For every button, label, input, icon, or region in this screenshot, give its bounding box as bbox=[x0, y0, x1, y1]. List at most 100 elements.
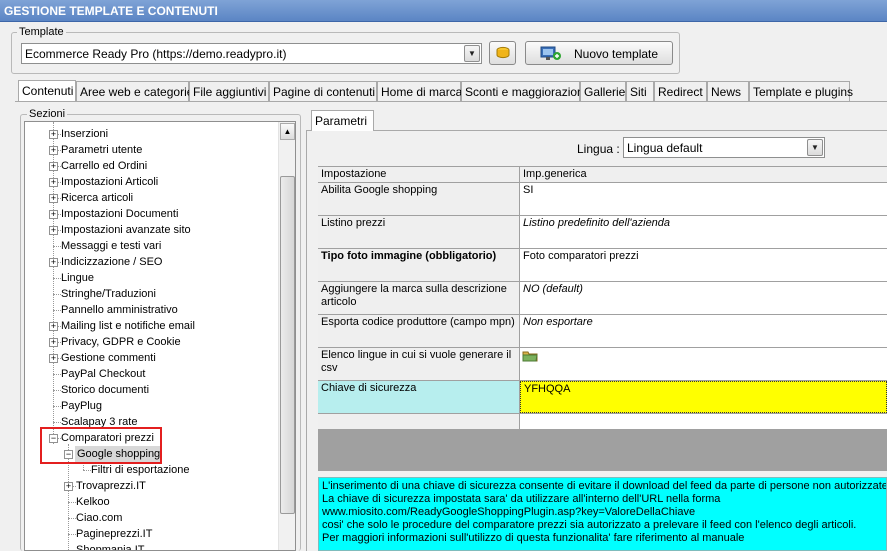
tab-label: Aree web e categorie bbox=[80, 85, 194, 99]
template-label: Template bbox=[17, 26, 66, 38]
tab-label: Redirect bbox=[658, 85, 703, 99]
grid-header-key: Impostazione bbox=[318, 167, 519, 182]
template-select[interactable]: Ecommerce Ready Pro (https://demo.readyp… bbox=[21, 43, 482, 64]
expand-icon[interactable]: + bbox=[49, 146, 58, 155]
tree-scrollbar[interactable]: ▲ bbox=[278, 122, 295, 550]
tree-item-pannello[interactable]: Pannello amministrativo bbox=[61, 302, 178, 318]
expand-icon[interactable]: + bbox=[49, 226, 58, 235]
chevron-down-icon[interactable]: ▼ bbox=[807, 139, 823, 156]
expand-icon[interactable]: + bbox=[49, 338, 58, 347]
database-icon bbox=[496, 46, 510, 59]
tab-label: News bbox=[711, 85, 742, 99]
tree-item-stringhe[interactable]: Stringhe/Traduzioni bbox=[61, 286, 156, 302]
row-key[interactable]: Listino prezzi bbox=[318, 216, 519, 248]
chevron-down-icon[interactable]: ▼ bbox=[464, 45, 480, 62]
expand-icon[interactable]: + bbox=[49, 130, 58, 139]
expand-icon[interactable]: + bbox=[49, 162, 58, 171]
row-key[interactable]: Esporta codice produttore (campo mpn) bbox=[318, 315, 519, 347]
expand-icon[interactable]: + bbox=[49, 322, 58, 331]
tree-item-paypal[interactable]: PayPal Checkout bbox=[61, 366, 145, 382]
tree-item-privacy[interactable]: Privacy, GDPR e Cookie bbox=[61, 334, 181, 350]
row-key[interactable]: Tipo foto immagine (obbligatorio) bbox=[318, 249, 519, 281]
row-value[interactable]: Foto comparatori prezzi bbox=[520, 249, 887, 281]
row-value[interactable]: Non esportare bbox=[520, 315, 887, 347]
tree-item-seo[interactable]: Indicizzazione / SEO bbox=[61, 254, 163, 270]
row-value[interactable] bbox=[520, 414, 887, 429]
row-key[interactable]: Aggiungere la marca sulla descrizione ar… bbox=[318, 282, 519, 314]
params-panel-border bbox=[306, 130, 887, 131]
expand-icon[interactable]: + bbox=[49, 194, 58, 203]
tab-label: File aggiuntivi bbox=[193, 85, 267, 99]
tree-item-parametri-utente[interactable]: Parametri utente bbox=[61, 142, 142, 158]
info-line: La chiave di sicurezza impostata sara' d… bbox=[322, 493, 721, 505]
security-key-input[interactable]: YFHQQA bbox=[520, 381, 887, 413]
template-settings-button[interactable] bbox=[489, 41, 516, 65]
highlight-annotation bbox=[40, 427, 162, 464]
folder-icon[interactable] bbox=[522, 349, 538, 362]
tree-item-inserzioni[interactable]: Inserzioni bbox=[61, 126, 108, 142]
tree-item-lingue[interactable]: Lingue bbox=[61, 270, 94, 286]
row-value-languages[interactable] bbox=[520, 348, 887, 380]
params-grid: Impostazione Imp.generica Abilita Google… bbox=[318, 166, 887, 471]
tab-redirect[interactable]: Redirect bbox=[654, 81, 707, 101]
info-line: Per maggiori informazioni sull'utilizzo … bbox=[322, 532, 745, 544]
tab-aree-web[interactable]: Aree web e categorie bbox=[76, 81, 193, 101]
row-key[interactable]: Abilita Google shopping bbox=[318, 183, 519, 215]
tree-item-impostazioni-avanzate[interactable]: Impostazioni avanzate sito bbox=[61, 222, 191, 238]
tree-item-commenti[interactable]: Gestione commenti bbox=[61, 350, 156, 366]
tab-template-plugins[interactable]: Template e plugins bbox=[749, 81, 853, 101]
new-template-button[interactable]: Nuovo template bbox=[525, 41, 673, 65]
tab-label: Gallerie bbox=[584, 85, 626, 99]
new-template-label: Nuovo template bbox=[574, 47, 659, 61]
expand-icon[interactable]: + bbox=[64, 482, 73, 491]
tab-home-marca[interactable]: Home di marca bbox=[377, 81, 463, 101]
info-line: www.miosito.com/ReadyGoogleShoppingPlugi… bbox=[322, 506, 696, 518]
tree-item-kelkoo[interactable]: Kelkoo bbox=[76, 494, 110, 510]
tree-item-messaggi[interactable]: Messaggi e testi vari bbox=[61, 238, 161, 254]
tab-label: Home di marca bbox=[381, 85, 463, 99]
lingua-select[interactable]: Lingua default ▼ bbox=[623, 137, 825, 158]
expand-icon[interactable]: + bbox=[49, 178, 58, 187]
params-panel-left-border bbox=[306, 130, 307, 551]
tree-item-mailing[interactable]: Mailing list e notifiche email bbox=[61, 318, 195, 334]
tab-siti[interactable]: Siti bbox=[626, 81, 654, 101]
row-value[interactable]: Listino predefinito dell'azienda bbox=[520, 216, 887, 248]
scroll-thumb[interactable] bbox=[280, 176, 295, 514]
tree-item-ciao[interactable]: Ciao.com bbox=[76, 510, 122, 526]
tab-parametri[interactable]: Parametri bbox=[311, 110, 374, 131]
add-screen-icon bbox=[540, 46, 561, 60]
scroll-up-icon[interactable]: ▲ bbox=[280, 123, 295, 140]
tab-sconti[interactable]: Sconti e maggiorazioni bbox=[461, 81, 586, 101]
tab-news[interactable]: News bbox=[707, 81, 749, 101]
expand-icon[interactable]: + bbox=[49, 258, 58, 267]
sections-label: Sezioni bbox=[27, 108, 68, 120]
expand-icon[interactable]: + bbox=[49, 210, 58, 219]
row-key[interactable]: Elenco lingue in cui si vuole generare i… bbox=[318, 348, 519, 380]
tab-label: Siti bbox=[630, 85, 647, 99]
row-key[interactable] bbox=[318, 414, 519, 429]
tab-file-aggiuntivi[interactable]: File aggiuntivi bbox=[189, 81, 269, 101]
tab-label: Sconti e maggiorazioni bbox=[465, 85, 587, 99]
tree-item-ricerca-articoli[interactable]: Ricerca articoli bbox=[61, 190, 133, 206]
row-key-selected[interactable]: Chiave di sicurezza bbox=[318, 381, 519, 413]
tree-item-storico[interactable]: Storico documenti bbox=[61, 382, 149, 398]
tree-item-filtri[interactable]: Filtri di esportazione bbox=[91, 462, 189, 478]
tab-contenuti[interactable]: Contenuti bbox=[18, 80, 76, 101]
tree-item-trovaprezzi[interactable]: Trovaprezzi.IT bbox=[76, 478, 146, 494]
window-title: GESTIONE TEMPLATE E CONTENUTI bbox=[0, 0, 887, 22]
row-value[interactable]: SI bbox=[520, 183, 887, 215]
tree-item-carrello[interactable]: Carrello ed Ordini bbox=[61, 158, 147, 174]
lingua-label: Lingua : bbox=[577, 142, 620, 156]
tree-item-payplug[interactable]: PayPlug bbox=[61, 398, 102, 414]
tree-item-pagineprezzi[interactable]: Pagineprezzi.IT bbox=[76, 526, 152, 542]
row-value[interactable]: NO (default) bbox=[520, 282, 887, 314]
tree-item-impostazioni-articoli[interactable]: Impostazioni Articoli bbox=[61, 174, 158, 190]
tab-pagine-contenuti[interactable]: Pagine di contenuti bbox=[269, 81, 377, 101]
grid-header-value: Imp.generica bbox=[520, 167, 887, 182]
tree-item-shopmania[interactable]: Shopmania.IT bbox=[76, 542, 144, 550]
tab-label: Contenuti bbox=[22, 84, 74, 98]
expand-icon[interactable]: + bbox=[49, 354, 58, 363]
tree-item-impostazioni-documenti[interactable]: Impostazioni Documenti bbox=[61, 206, 178, 222]
sections-tree[interactable]: + + + + + + + + + + + − − + Inserzioni P… bbox=[24, 121, 296, 551]
tab-gallerie[interactable]: Gallerie bbox=[580, 81, 626, 101]
